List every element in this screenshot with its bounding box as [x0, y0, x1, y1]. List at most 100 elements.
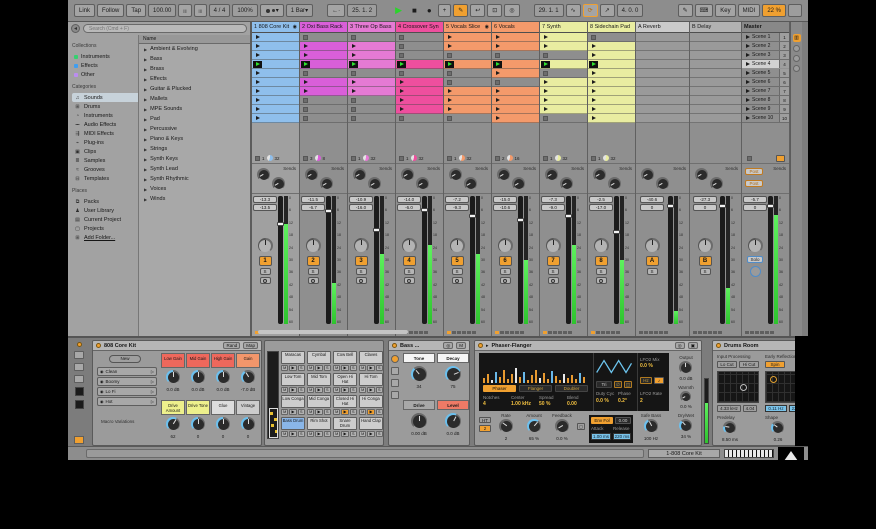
pad-play-button[interactable]: ▶ — [341, 387, 348, 393]
clip-launch-button[interactable] — [349, 61, 358, 68]
solo-button[interactable]: S — [647, 268, 658, 275]
clip-slot[interactable] — [492, 105, 539, 114]
browser-collapse-button[interactable]: ◂ — [71, 24, 80, 33]
clip-slot[interactable] — [300, 60, 347, 69]
clip-launch-button[interactable] — [253, 88, 262, 95]
pad-bank-icon[interactable] — [75, 387, 84, 396]
time-signature-field[interactable]: 4 / 4 — [209, 4, 231, 17]
clip-slot[interactable] — [348, 69, 395, 78]
clip-launch-button[interactable] — [253, 79, 262, 86]
post-toggle-button[interactable]: Post — [745, 168, 763, 175]
warmth-knob[interactable] — [680, 391, 691, 402]
clip-slot[interactable] — [492, 60, 539, 69]
follow-button[interactable]: Follow — [97, 4, 124, 17]
clip-slot[interactable] — [252, 42, 299, 51]
dry-wet-knob[interactable] — [679, 419, 692, 432]
spin-rate-field[interactable]: 0.11 Hz — [765, 405, 787, 412]
scene-launch-button[interactable] — [743, 34, 752, 41]
drive-knob[interactable] — [411, 413, 427, 429]
volume-fader[interactable] — [720, 196, 725, 324]
volume-field[interactable]: -6.7 — [301, 204, 325, 211]
clip-slot[interactable] — [444, 87, 491, 96]
clip-launch-button[interactable] — [589, 43, 598, 50]
clip-launch-button[interactable] — [301, 61, 310, 68]
peak-level-field[interactable]: -10.9 — [349, 196, 373, 203]
clip-stop-button[interactable] — [399, 53, 404, 58]
macro-knob[interactable] — [166, 417, 180, 431]
pad-mute-button[interactable]: M — [281, 365, 288, 371]
scene-launch-button[interactable] — [743, 79, 752, 86]
clip-launch-button[interactable] — [253, 34, 262, 41]
arm-button[interactable] — [452, 277, 463, 284]
clip-launch-button[interactable] — [493, 61, 502, 68]
clip-slot[interactable] — [252, 96, 299, 105]
pad-play-button[interactable]: ▶ — [367, 431, 374, 437]
clip-slot[interactable] — [348, 51, 395, 60]
clip-stop-button[interactable] — [399, 35, 404, 40]
macro-knob[interactable] — [241, 417, 255, 431]
hi-cut-button[interactable]: Hi Cut — [739, 361, 759, 368]
attack-value-field[interactable]: 1.00 ms — [591, 433, 611, 440]
midi-map-button[interactable]: MIDI — [738, 4, 761, 17]
clip-slot[interactable] — [396, 96, 443, 105]
peak-level-field[interactable]: -15.0 — [493, 196, 517, 203]
filter-point[interactable] — [740, 384, 747, 391]
device-activator-icon[interactable] — [392, 343, 397, 348]
pad-mute-button[interactable]: M — [307, 409, 314, 415]
detail-view-toggle-icon[interactable] — [784, 451, 798, 461]
clip-stop-button[interactable] — [447, 71, 452, 76]
stop-all-clips-button[interactable] — [747, 156, 752, 161]
clip-launch-button[interactable] — [589, 88, 598, 95]
clip-slot[interactable] — [588, 60, 635, 69]
drum-pad-closed-hi-hat[interactable]: Closed Hi Hat — [333, 395, 357, 408]
pad-play-button[interactable]: ▶ — [315, 387, 322, 393]
returns-section-toggle[interactable] — [793, 65, 800, 72]
pad-solo-button[interactable]: S — [350, 365, 357, 371]
clip-slot[interactable] — [444, 51, 491, 60]
track-stop-button[interactable] — [303, 156, 308, 161]
clip-slot[interactable] — [396, 42, 443, 51]
volume-field[interactable]: -13.5 — [253, 204, 277, 211]
launch-variation-icon[interactable]: ▷ — [151, 369, 154, 374]
pad-mute-button[interactable]: M — [307, 387, 314, 393]
clip-launch-button[interactable] — [253, 61, 262, 68]
clip-slot[interactable] — [252, 69, 299, 78]
arm-button[interactable] — [308, 277, 319, 284]
clip-slot[interactable] — [444, 60, 491, 69]
track-activator-button[interactable]: 3 — [355, 256, 368, 266]
clip-slot[interactable] — [300, 96, 347, 105]
scene-launch-button[interactable] — [743, 70, 752, 77]
track-activator-button[interactable]: 4 — [403, 256, 416, 266]
clip-launch-button[interactable] — [253, 106, 262, 113]
send-a-knob[interactable] — [497, 168, 510, 181]
list-item[interactable]: ▶Synth Rhythmic — [139, 174, 250, 184]
clip-slot[interactable] — [348, 96, 395, 105]
clip-slot[interactable] — [444, 96, 491, 105]
output-knob[interactable] — [679, 361, 692, 374]
scene-launch-button[interactable] — [743, 115, 752, 122]
pad-mute-button[interactable]: M — [307, 431, 314, 437]
clip-slot[interactable] — [588, 51, 635, 60]
back-to-arrangement-button[interactable] — [776, 155, 785, 162]
clip-slot[interactable] — [300, 105, 347, 114]
decay-knob[interactable] — [445, 366, 461, 382]
clip-stop-button[interactable] — [351, 35, 356, 40]
clip-launch-button[interactable] — [493, 43, 502, 50]
device-activator-icon[interactable] — [478, 343, 483, 348]
clip-launch-button[interactable] — [397, 97, 406, 104]
quantize-menu[interactable]: 1 Bar ▾ — [286, 4, 313, 17]
scene-row[interactable]: Scene 55 — [742, 69, 789, 78]
fader-handle[interactable] — [719, 204, 726, 208]
pad-bank-icon[interactable] — [75, 400, 84, 409]
groove-amount-field[interactable]: 100% — [232, 4, 257, 17]
current-selection-indicator[interactable]: 1-808 Core Kit — [648, 449, 720, 458]
clip-slot[interactable] — [252, 78, 299, 87]
session-horizontal-scrollbar[interactable] — [258, 330, 408, 334]
volume-fader[interactable] — [326, 196, 331, 324]
clip-launch-button[interactable] — [541, 97, 550, 104]
env-amount-field[interactable]: 0.00 — [615, 417, 631, 424]
solo-button[interactable]: S — [596, 268, 607, 275]
new-variation-button[interactable]: New — [109, 355, 141, 363]
list-item[interactable]: ▶Synth Lead — [139, 164, 250, 174]
send-a-knob[interactable] — [449, 168, 462, 181]
